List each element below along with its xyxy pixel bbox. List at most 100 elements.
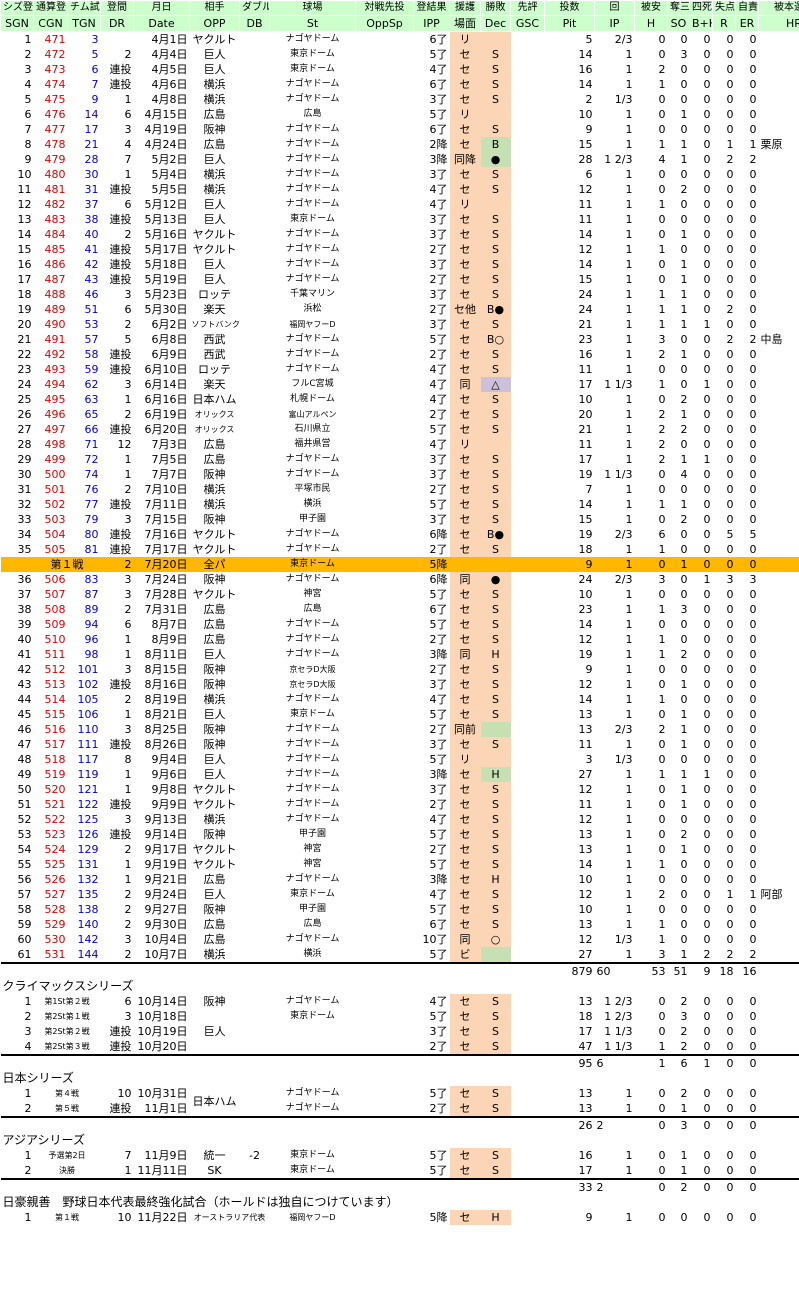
bb-cell: 0 <box>703 228 711 241</box>
total-row: 956161000 <box>0 1054 799 1071</box>
oppsp-cell <box>356 182 414 197</box>
so-cell: 0 <box>680 633 688 646</box>
game-row: 51 521 122 連投 9月9日 ヤクルト ナゴヤドーム 2了セ S 11 1 0 1 0 0 0 <box>1 797 799 812</box>
game-row: 36 506 83 3 7月24日 阪神 ナゴヤドーム 6降同 ● 24 2/3 3 0 1 3 3 <box>1 572 799 587</box>
ip-cell: 1 <box>625 648 633 661</box>
pitches-cell: 11 <box>578 198 593 211</box>
stadium-cell: ナゴヤドーム <box>285 694 340 704</box>
db-cell <box>240 722 270 737</box>
ipp-cell: 4了 <box>429 363 448 376</box>
hits-cell: 0 <box>658 123 666 136</box>
runs-cell: 0 <box>726 1040 734 1053</box>
hits-cell: 0 <box>658 813 666 826</box>
header-cell: OPP <box>189 15 240 32</box>
support-cell: セ <box>449 587 481 602</box>
gsc-cell <box>511 137 545 152</box>
pitching-log-table: シズ登 通算登 チム試 登間 月日 相手 ダブル 球場 対戦先投 登結果 援護 勝敗 先評 投数回被安 奪三… <box>0 0 799 1225</box>
cgn-cell: 498 <box>44 438 66 451</box>
db-cell <box>240 47 270 62</box>
total-row: 332020000 <box>0 1178 799 1195</box>
gsc-cell <box>511 317 545 332</box>
decision-cell: S <box>480 782 511 797</box>
support-cell: セ <box>449 182 481 197</box>
so-cell: 1 <box>680 678 688 691</box>
er-cell: 0 <box>749 1040 757 1053</box>
gsc-cell <box>511 902 545 917</box>
cgn-cell: 476 <box>44 108 66 121</box>
dr-cell: 10 <box>117 1211 132 1224</box>
date-cell: 7月16日 <box>144 528 188 541</box>
decision-cell: S <box>480 617 511 632</box>
opp-cell: 阪神 <box>203 738 226 751</box>
date-cell: 8月19日 <box>144 693 188 706</box>
stadium-cell: ナゴヤドーム <box>285 469 340 479</box>
gsc-cell <box>511 737 545 752</box>
dr-cell: 3 <box>124 288 132 301</box>
tgn-cell: 38 <box>84 213 99 226</box>
cgn-cell: 501 <box>44 483 66 496</box>
ipp-cell: 5了 <box>429 858 448 871</box>
hits-cell: 3 <box>658 948 666 961</box>
decision-cell: S <box>480 692 511 707</box>
bb-cell: 0 <box>703 78 711 91</box>
cgn-cell: 480 <box>44 168 66 181</box>
er-cell: 0 <box>749 768 757 781</box>
pitches-cell: 10 <box>578 588 593 601</box>
tgn-cell: 140 <box>77 918 99 931</box>
er-cell: 0 <box>749 678 757 691</box>
gsc-cell <box>511 587 545 602</box>
header-row-english: SGN CGN TGN DR Date OPP DB St OppSp IPP 場面 Dec GSC Pi… <box>0 15 799 32</box>
date-cell: 7月5日 <box>151 453 188 466</box>
sgn-cell: 53 <box>17 828 32 841</box>
pitches-total: 33 <box>544 1178 595 1195</box>
er-cell: 0 <box>749 995 757 1008</box>
hr-cell <box>759 994 799 1009</box>
date-cell: 8月15日 <box>144 663 188 676</box>
dr-cell: 連投 <box>109 498 132 511</box>
hits-cell: 0 <box>658 828 666 841</box>
db-cell <box>240 212 270 227</box>
db-cell <box>240 392 270 407</box>
support-cell: セ <box>449 842 481 857</box>
oppsp-cell <box>356 197 414 212</box>
game-row: 29 499 72 1 7月5日 広島 ナゴヤドーム 3了セ S 17 1 2 1 1 0 0 <box>1 452 799 467</box>
support-cell: セ <box>449 452 481 467</box>
decision-cell: S <box>480 182 511 197</box>
er-cell: 0 <box>735 557 759 572</box>
support-cell: 同 <box>449 377 481 392</box>
ipp-cell: 6了 <box>429 123 448 136</box>
bb-cell: 0 <box>703 348 711 361</box>
sgn-cell: 12 <box>17 198 32 211</box>
opp-cell: 広島 <box>203 618 226 631</box>
decision-cell: S <box>480 994 511 1009</box>
db-cell <box>240 242 270 257</box>
stadium-cell: ナゴヤドーム <box>285 229 340 239</box>
runs-cell: 0 <box>726 393 734 406</box>
cgn-cell: 507 <box>44 588 66 601</box>
opp-cell: ヤクルト <box>192 543 237 556</box>
pitches-cell: 13 <box>578 828 593 841</box>
gsc-cell <box>511 647 545 662</box>
support-cell: セ <box>449 62 481 77</box>
bb-cell: 0 <box>703 423 711 436</box>
support-cell: セ <box>449 422 481 437</box>
opp-cell: オリックス <box>194 425 235 434</box>
db-cell <box>240 107 270 122</box>
decision-cell: B● <box>480 302 511 317</box>
dr-cell: 1 <box>124 633 132 646</box>
db-cell <box>240 662 270 677</box>
support-cell: セ <box>449 994 481 1009</box>
tgn-cell: 80 <box>84 528 99 541</box>
sgn-cell: 59 <box>17 918 32 931</box>
so-cell: 0 <box>680 198 688 211</box>
ipp-cell: 5了 <box>429 1164 448 1177</box>
ipp-cell: 4了 <box>429 995 448 1008</box>
er-cell: 0 <box>749 123 757 136</box>
blank-cell <box>189 1178 240 1195</box>
pitches-cell: 19 <box>578 528 593 541</box>
support-cell: リ <box>449 107 481 122</box>
er-cell: 0 <box>749 693 757 706</box>
cgn-cell: 509 <box>44 618 66 631</box>
runs-cell: 0 <box>726 63 734 76</box>
gsc-cell <box>511 1009 545 1024</box>
